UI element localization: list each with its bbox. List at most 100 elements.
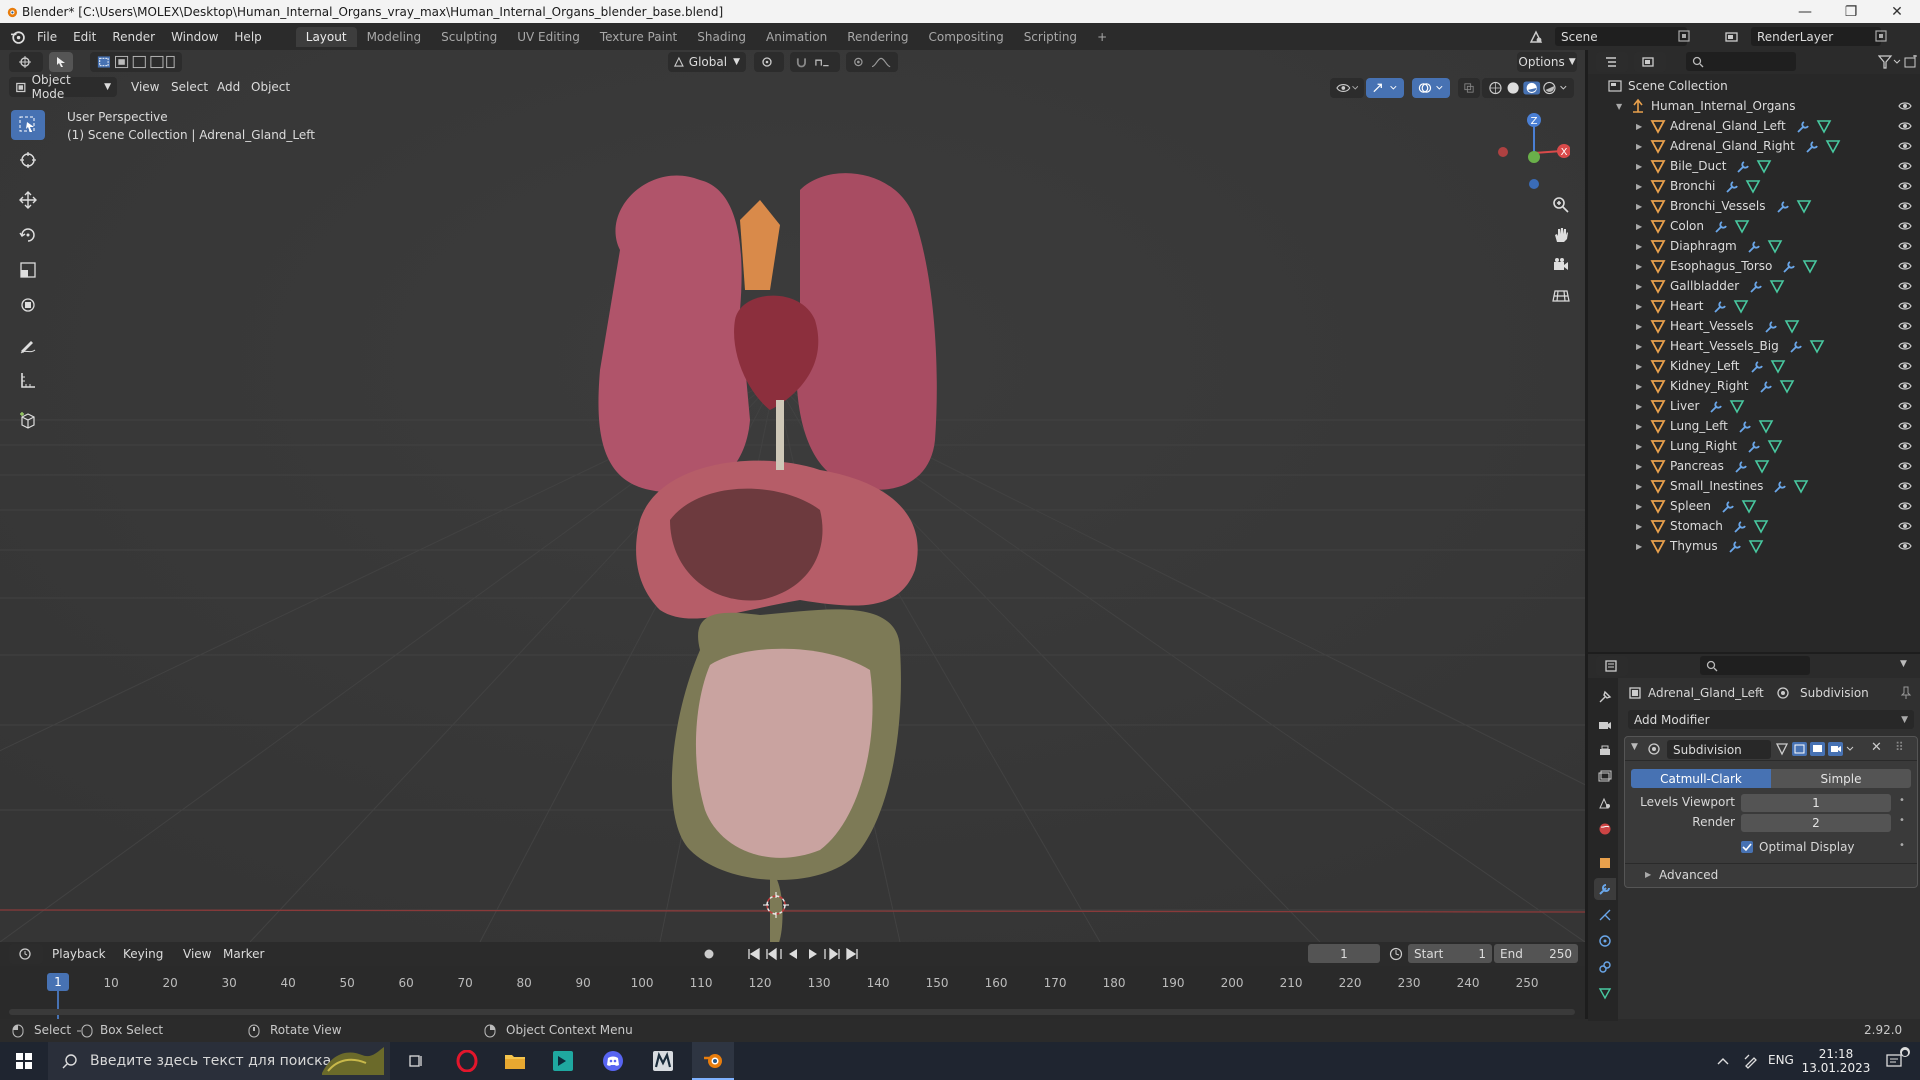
task-view-button[interactable]: [396, 1042, 436, 1080]
outliner-object-row[interactable]: ▶ Spleen: [1588, 496, 1920, 516]
expand-arrow-icon[interactable]: ▶: [1636, 462, 1642, 471]
cursor-tool[interactable]: [11, 145, 45, 175]
xray-toggle-button[interactable]: [1458, 78, 1480, 98]
transform-tool[interactable]: [11, 290, 45, 320]
properties-panel[interactable]: ▼ Adrenal_Gland_Left › Subdivision Add M…: [1588, 652, 1920, 1021]
modifier-wrench-icon[interactable]: [1747, 438, 1763, 454]
modifier-wrench-icon[interactable]: [1796, 118, 1812, 134]
3d-viewport[interactable]: Global ▼ Options ▼ Object Mode ▼ View Se…: [0, 50, 1585, 942]
tab-shading[interactable]: Shading: [687, 27, 756, 47]
gizmo-toggle-button[interactable]: [1366, 78, 1404, 98]
eye-icon[interactable]: [1898, 439, 1912, 453]
end-frame-field[interactable]: End 250: [1494, 944, 1578, 963]
eye-icon[interactable]: [1898, 319, 1912, 333]
outliner-object-row[interactable]: ▶ Heart_Vessels: [1588, 316, 1920, 336]
mesh-data-icon[interactable]: [1756, 158, 1772, 174]
menu-view-timeline[interactable]: View: [183, 947, 211, 961]
select-tool-button[interactable]: [49, 52, 73, 72]
expand-arrow-icon[interactable]: ▶: [1636, 222, 1642, 231]
collapse-modifier-icon[interactable]: ▼: [1631, 742, 1638, 752]
menu-add[interactable]: Add: [217, 80, 240, 94]
visibility-dropdown[interactable]: [1330, 78, 1364, 98]
eye-icon[interactable]: [1898, 479, 1912, 493]
eye-icon[interactable]: [1898, 99, 1912, 113]
collapse-arrow-icon[interactable]: ▼: [1616, 102, 1622, 111]
preview-range-icon[interactable]: [1389, 947, 1403, 961]
tab-scene[interactable]: [1594, 792, 1616, 814]
add-cube-tool[interactable]: [11, 405, 45, 435]
tab-modifiers[interactable]: [1594, 878, 1616, 900]
menu-file[interactable]: File: [29, 30, 65, 44]
file-explorer-taskbar-button[interactable]: [494, 1042, 536, 1080]
render-layer-selector[interactable]: RenderLayer: [1751, 27, 1881, 46]
modifier-wrench-icon[interactable]: [1709, 398, 1725, 414]
opera-taskbar-button[interactable]: [446, 1042, 488, 1080]
mesh-data-icon[interactable]: [1734, 218, 1750, 234]
outliner-object-row[interactable]: ▶ Liver: [1588, 396, 1920, 416]
simple-button[interactable]: Simple: [1771, 769, 1911, 788]
add-modifier-dropdown[interactable]: Add Modifier ▼: [1628, 710, 1914, 729]
modifier-wrench-icon[interactable]: [1714, 218, 1730, 234]
modifier-wrench-icon[interactable]: [1776, 198, 1792, 214]
modifier-wrench-icon[interactable]: [1734, 458, 1750, 474]
modifier-wrench-icon[interactable]: [1733, 518, 1749, 534]
overlays-toggle-button[interactable]: [1412, 78, 1450, 98]
render-levels-field[interactable]: 2: [1741, 814, 1891, 832]
modifier-wrench-icon[interactable]: [1805, 138, 1821, 154]
new-layer-icon[interactable]: [1874, 29, 1888, 43]
eye-icon[interactable]: [1898, 279, 1912, 293]
expand-arrow-icon[interactable]: ▶: [1636, 302, 1642, 311]
modifier-wrench-icon[interactable]: [1747, 238, 1763, 254]
outliner-object-row[interactable]: ▶ Kidney_Left: [1588, 356, 1920, 376]
filter-icon[interactable]: [1878, 55, 1902, 69]
pivot-point-button[interactable]: [754, 52, 784, 72]
start-button[interactable]: [0, 1042, 48, 1080]
keyframe-dot-icon[interactable]: •: [1899, 795, 1905, 806]
modifier-wrench-icon[interactable]: [1713, 298, 1729, 314]
levels-viewport-field[interactable]: 1: [1741, 794, 1891, 812]
menu-window[interactable]: Window: [163, 30, 226, 44]
start-frame-field[interactable]: Start 1: [1408, 944, 1492, 963]
shading-mode-buttons[interactable]: [1482, 78, 1574, 98]
eye-icon[interactable]: [1898, 139, 1912, 153]
outliner-object-row[interactable]: ▶ Colon: [1588, 216, 1920, 236]
tab-constraints[interactable]: [1594, 956, 1616, 978]
mesh-data-icon[interactable]: [1758, 418, 1774, 434]
tray-expand-button[interactable]: [1710, 1042, 1736, 1080]
close-window-button[interactable]: ✕: [1874, 0, 1920, 23]
expand-arrow-icon[interactable]: ▶: [1636, 162, 1642, 171]
transform-orientation-dropdown[interactable]: Global ▼: [668, 52, 746, 72]
outliner-object-row[interactable]: ▶ Bronchi: [1588, 176, 1920, 196]
menu-render[interactable]: Render: [104, 30, 163, 44]
modifier-wrench-icon[interactable]: [1759, 378, 1775, 394]
eye-icon[interactable]: [1898, 459, 1912, 473]
outliner-object-row[interactable]: ▶ Diaphragm: [1588, 236, 1920, 256]
eye-icon[interactable]: [1898, 379, 1912, 393]
mesh-data-icon[interactable]: [1754, 458, 1770, 474]
rotate-tool[interactable]: [11, 220, 45, 250]
expand-arrow-icon[interactable]: ▶: [1636, 522, 1642, 531]
mesh-data-icon[interactable]: [1816, 118, 1832, 134]
timeline-scrollbar[interactable]: [9, 1009, 1575, 1015]
eye-icon[interactable]: [1898, 499, 1912, 513]
move-tool[interactable]: [11, 185, 45, 215]
expand-arrow-icon[interactable]: ▶: [1636, 362, 1642, 371]
modifier-name-field[interactable]: Subdivision: [1667, 740, 1771, 759]
outliner-search-input[interactable]: [1686, 52, 1796, 71]
mesh-data-icon[interactable]: [1793, 478, 1809, 494]
outliner-collection-row[interactable]: ▼ Human_Internal_Organs: [1588, 96, 1920, 116]
tab-physics[interactable]: [1594, 930, 1616, 952]
modifier-wrench-icon[interactable]: [1725, 178, 1741, 194]
blender-menu-icon[interactable]: [10, 29, 25, 44]
expand-arrow-icon[interactable]: ▶: [1636, 122, 1642, 131]
mesh-data-icon[interactable]: [1745, 178, 1761, 194]
proportional-editing-button[interactable]: [846, 52, 898, 72]
snap-button[interactable]: [790, 52, 840, 72]
outliner-object-row[interactable]: ▶ Heart_Vessels_Big: [1588, 336, 1920, 356]
timeline-editor[interactable]: Playback Keying View Marker 1 Start 1 End…: [0, 942, 1585, 1027]
modifier-wrench-icon[interactable]: [1789, 338, 1805, 354]
camera-view-button[interactable]: [1548, 252, 1574, 278]
modifier-wrench-icon[interactable]: [1764, 318, 1780, 334]
expand-arrow-icon[interactable]: ▶: [1636, 442, 1642, 451]
modifier-wrench-icon[interactable]: [1728, 538, 1744, 554]
